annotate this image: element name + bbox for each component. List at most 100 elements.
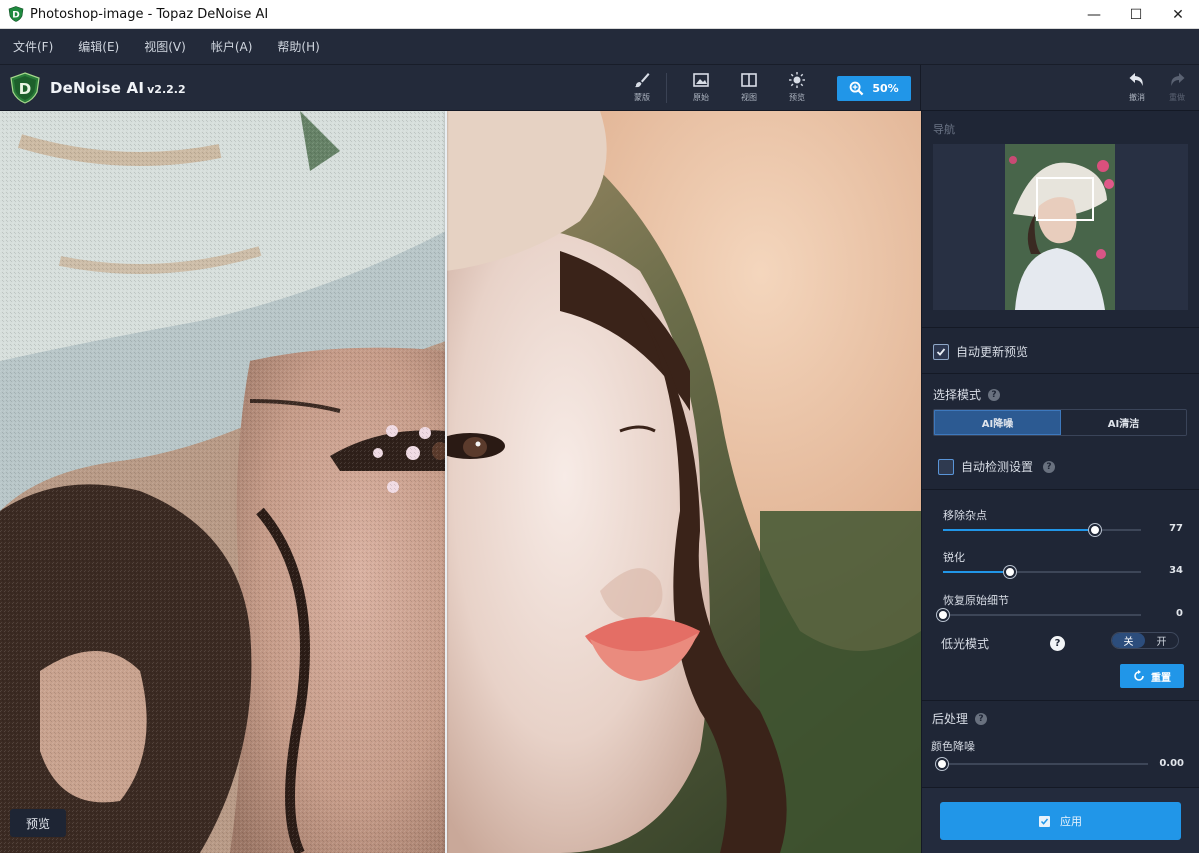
auto-detect-label: 自动检测设置 xyxy=(961,460,1034,474)
undo-label: 撤消 xyxy=(1129,93,1145,102)
reset-label: 重置 xyxy=(1151,672,1171,684)
color-denoise-value: 0.00 xyxy=(1159,758,1184,769)
menu-edit[interactable]: 编辑(E) xyxy=(65,38,131,55)
auto-detect-row: 自动检测设置 ? xyxy=(938,458,1056,475)
apply-area: 应用 xyxy=(922,787,1199,853)
low-light-help-icon[interactable]: ? xyxy=(1050,636,1065,651)
svg-text:D: D xyxy=(19,80,31,98)
zoom-button[interactable]: 50% xyxy=(837,76,911,101)
navigator-thumbnail-image xyxy=(1005,144,1115,310)
mode-ai-denoise[interactable]: AI降噪 xyxy=(934,410,1061,435)
image-icon xyxy=(693,73,709,87)
minimize-button[interactable]: — xyxy=(1073,0,1115,29)
undo-icon xyxy=(1129,73,1143,86)
menu-bar: 文件(F) 编辑(E) 视图(V) 帐户(A) 帮助(H) xyxy=(0,29,1199,65)
auto-update-section: 自动更新预览 xyxy=(922,328,1199,374)
preview-button-label: 预览 xyxy=(25,816,50,831)
view-tool-label: 视图 xyxy=(741,93,757,102)
color-denoise-knob[interactable] xyxy=(936,758,948,770)
slider-recover-detail-label: 恢复原始细节 xyxy=(943,594,1009,607)
close-button[interactable]: ✕ xyxy=(1157,0,1199,29)
select-mode-label: 选择模式 xyxy=(933,388,982,402)
window-titlebar: D Photoshop-image - Topaz DeNoise AI — ☐… xyxy=(0,0,1199,29)
color-denoise-track[interactable] xyxy=(936,758,1148,770)
slider-sharpen-fill xyxy=(943,571,1011,573)
navigator-section: 导航 xyxy=(922,111,1199,328)
original-tool-button[interactable]: 原始 xyxy=(681,71,721,103)
menu-view[interactable]: 视图(V) xyxy=(131,38,198,55)
apply-check-icon xyxy=(1039,815,1050,827)
auto-update-label: 自动更新预览 xyxy=(956,345,1029,359)
auto-update-checkbox[interactable] xyxy=(933,343,949,360)
mask-tool-button[interactable]: 蒙版 xyxy=(622,71,662,103)
auto-detect-checkbox[interactable] xyxy=(938,458,954,475)
preview-tool-label: 预览 xyxy=(789,93,805,102)
slider-remove-noise-value: 77 xyxy=(1169,523,1183,534)
low-light-on[interactable]: 开 xyxy=(1145,633,1178,648)
slider-recover-detail-track[interactable] xyxy=(937,609,1141,621)
toolbar-divider xyxy=(666,73,667,103)
navigator-thumbnail[interactable] xyxy=(1005,144,1115,310)
split-view-icon xyxy=(741,73,757,87)
zoom-level: 50% xyxy=(872,82,899,95)
apply-button[interactable]: 应用 xyxy=(940,802,1181,840)
app-version: v2.2.2 xyxy=(147,83,186,96)
slider-remove-noise: 移除杂点 77 xyxy=(943,507,1183,536)
photo-preview xyxy=(0,111,921,853)
low-light-row: 低光模式 xyxy=(941,635,989,652)
split-divider-handle[interactable] xyxy=(445,111,447,853)
low-light-toggle[interactable]: 关 开 xyxy=(1111,632,1179,649)
navigator-box xyxy=(933,144,1188,310)
svg-text:D: D xyxy=(12,11,19,21)
reset-icon xyxy=(1134,670,1144,681)
post-processing-title: 后处理 xyxy=(932,712,969,726)
auto-detect-help-icon[interactable]: ? xyxy=(1043,460,1056,473)
help-icon[interactable]: ? xyxy=(988,388,1001,401)
slider-recover-detail-knob[interactable] xyxy=(937,609,949,621)
slider-sharpen-value: 34 xyxy=(1169,565,1183,576)
maximize-button[interactable]: ☐ xyxy=(1115,0,1157,29)
mode-toggle: AI降噪 AI清洁 xyxy=(933,409,1187,436)
apply-label: 应用 xyxy=(1060,815,1082,828)
sun-icon xyxy=(789,72,805,88)
brush-icon xyxy=(635,73,650,88)
redo-label: 重做 xyxy=(1169,93,1185,102)
mode-ai-clear[interactable]: AI清洁 xyxy=(1061,410,1186,435)
preview-button[interactable]: 预览 xyxy=(10,809,66,837)
post-processing-help-icon[interactable]: ? xyxy=(975,712,988,725)
menu-file[interactable]: 文件(F) xyxy=(0,38,65,55)
settings-panel: 导航 自动更新预览 选择模式 ? AI降噪 AI清洁 自动检测设置 ? 移除杂点… xyxy=(921,111,1199,853)
image-canvas[interactable]: 预览 xyxy=(0,111,921,853)
maximize-icon: ☐ xyxy=(1129,6,1143,23)
post-processing-section: 后处理 ? 颜色降噪 0.00 xyxy=(922,701,1199,787)
slider-remove-noise-track[interactable] xyxy=(943,524,1141,536)
low-light-off[interactable]: 关 xyxy=(1112,633,1145,648)
low-light-label: 低光模式 xyxy=(941,637,990,651)
slider-sharpen: 锐化 34 xyxy=(943,549,1183,578)
menu-help[interactable]: 帮助(H) xyxy=(264,38,331,55)
slider-remove-noise-label: 移除杂点 xyxy=(943,509,987,522)
navigator-title: 导航 xyxy=(933,123,955,136)
close-icon: ✕ xyxy=(1172,6,1184,23)
window-title: Photoshop-image - Topaz DeNoise AI xyxy=(30,6,269,22)
slider-sharpen-track[interactable] xyxy=(943,566,1141,578)
menu-account[interactable]: 帐户(A) xyxy=(198,38,265,55)
view-tool-button[interactable]: 视图 xyxy=(729,71,769,103)
mask-tool-label: 蒙版 xyxy=(634,93,650,102)
main-toolbar: D DeNoise AI v2.2.2 蒙版 原始 视图 预览 50% 撤消 重… xyxy=(0,65,1199,111)
color-denoise-label: 颜色降噪 xyxy=(931,740,975,753)
app-logo-icon: D xyxy=(8,6,24,22)
zoom-icon xyxy=(849,81,864,96)
slider-sharpen-label: 锐化 xyxy=(943,551,965,564)
redo-button[interactable]: 重做 xyxy=(1157,71,1197,103)
brand: D DeNoise AI v2.2.2 xyxy=(9,72,186,104)
reset-button[interactable]: 重置 xyxy=(1120,664,1184,688)
slider-remove-noise-fill xyxy=(943,529,1096,531)
minimize-icon: — xyxy=(1087,6,1101,23)
denoise-logo-icon: D xyxy=(10,72,40,104)
undo-button[interactable]: 撤消 xyxy=(1117,71,1157,103)
preview-tool-button[interactable]: 预览 xyxy=(777,71,817,103)
original-tool-label: 原始 xyxy=(693,93,709,102)
redo-icon xyxy=(1171,73,1185,86)
navigator-viewport-rect[interactable] xyxy=(1036,177,1094,221)
